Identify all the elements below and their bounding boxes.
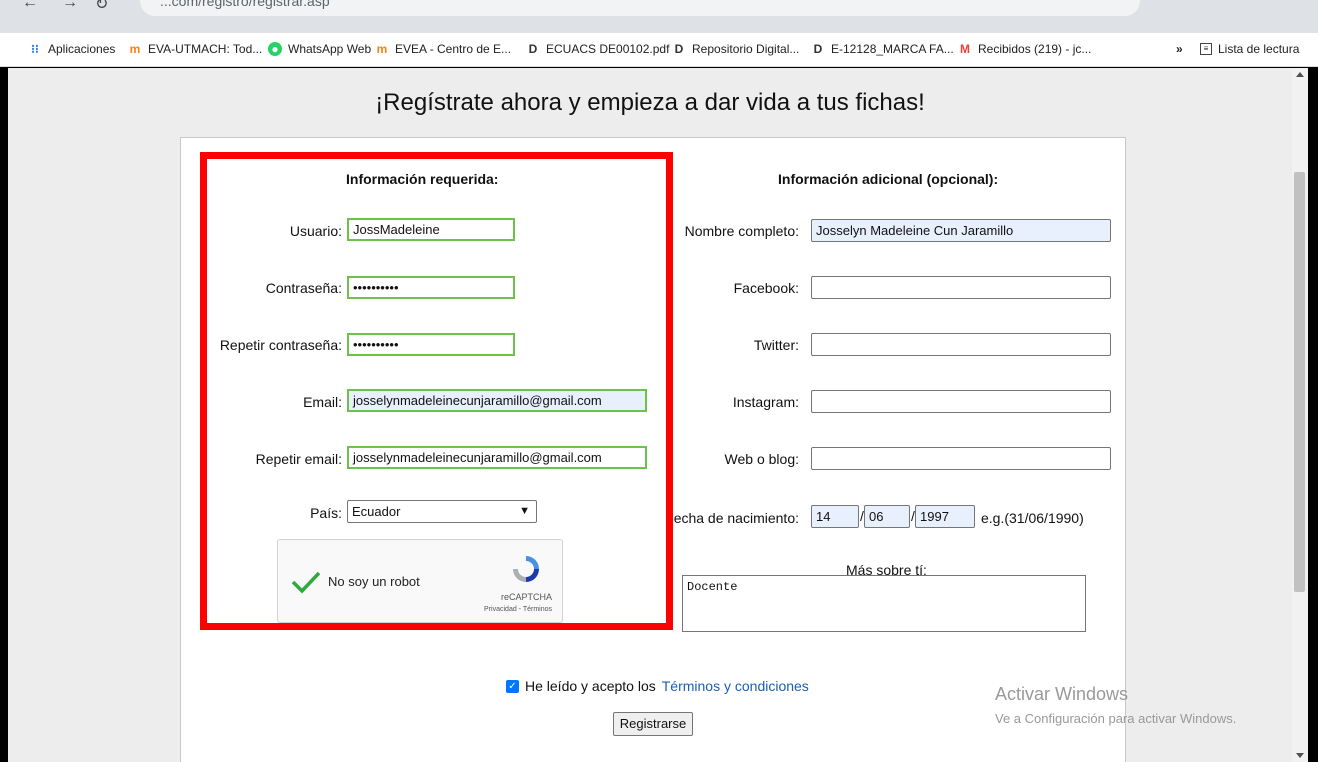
birth-month-input[interactable]: 06 — [864, 505, 910, 528]
address-bar[interactable]: ...com/registro/registrar.asp — [140, 0, 1140, 16]
document-icon: D — [528, 42, 538, 56]
terms-row: ✓ He leído y acepto los Términos y condi… — [506, 678, 809, 694]
bookmark-apps[interactable]: ⁝⁝ Aplicaciones — [28, 42, 115, 56]
reading-list-icon: ≡ — [1200, 43, 1212, 55]
facebook-input[interactable] — [811, 276, 1111, 299]
bookmark-label: E-12128_MARCA FA... — [831, 42, 954, 56]
document-icon: D — [813, 42, 823, 56]
windows-activation-title: Activar Windows — [995, 684, 1129, 704]
reload-icon[interactable]: ↻ — [95, 0, 108, 14]
bookmark-ecuacs[interactable]: D ECUACS DE00102.pdf — [526, 42, 670, 56]
twitter-input[interactable] — [811, 333, 1111, 356]
bookmark-gmail[interactable]: M Recibidos (219) - jc... — [958, 42, 1091, 56]
instagram-label: Instagram: — [732, 394, 799, 410]
birth-day-input[interactable]: 14 — [811, 505, 859, 528]
scroll-down-icon[interactable] — [1296, 753, 1304, 758]
bookmark-eva-utmach[interactable]: m EVA-UTMACH: Tod... — [128, 42, 263, 56]
page-viewport: ¡Regístrate ahora y empieza a dar vida a… — [8, 68, 1292, 762]
birthdate-hint: e.g.(31/06/1990) — [981, 510, 1084, 526]
bookmark-label: EVA-UTMACH: Tod... — [148, 42, 263, 56]
whatsapp-icon: ● — [268, 42, 282, 56]
bookmark-label: ECUACS DE00102.pdf — [546, 42, 670, 56]
bookmark-whatsapp[interactable]: ● WhatsApp Web — [268, 42, 371, 56]
browser-toolbar: ← → ↻ ...com/registro/registrar.asp — [0, 0, 1318, 33]
page-title: ¡Regístrate ahora y empieza a dar vida a… — [375, 89, 925, 116]
register-button[interactable]: Registrarse — [613, 712, 693, 736]
terms-link[interactable]: Términos y condiciones — [662, 678, 809, 694]
page-scrollbar[interactable] — [1292, 68, 1308, 762]
bookmarks-bar: ⁝⁝ Aplicaciones m EVA-UTMACH: Tod... ● W… — [0, 33, 1318, 67]
bookmark-evea[interactable]: m EVEA - Centro de E... — [375, 42, 511, 56]
fullname-input[interactable]: Josselyn Madeleine Cun Jaramillo — [811, 219, 1111, 242]
facebook-label: Facebook: — [733, 280, 799, 296]
instagram-input[interactable] — [811, 390, 1111, 413]
document-icon: D — [674, 42, 684, 56]
apps-grid-icon: ⁝⁝ — [31, 42, 39, 56]
highlight-box — [200, 152, 673, 630]
bookmark-label: Aplicaciones — [48, 42, 116, 56]
optional-section-title: Información adicional (opcional): — [778, 171, 999, 187]
fullname-label: Nombre completo: — [684, 223, 799, 239]
forward-icon[interactable]: → — [62, 0, 78, 12]
bookmark-repositorio[interactable]: D Repositorio Digital... — [672, 42, 800, 56]
moodle-icon: m — [376, 42, 388, 56]
twitter-label: Twitter: — [753, 337, 799, 353]
bookmark-label: Repositorio Digital... — [692, 42, 800, 56]
moodle-icon: m — [129, 42, 141, 56]
reading-list-button[interactable]: ≡ Lista de lectura — [1200, 42, 1299, 56]
web-label: Web o blog: — [724, 451, 799, 467]
terms-checkbox[interactable]: ✓ — [506, 679, 519, 693]
bookmark-label: WhatsApp Web — [288, 42, 372, 56]
scroll-up-icon[interactable] — [1296, 72, 1304, 77]
bookmark-label: EVEA - Centro de E... — [395, 42, 512, 56]
gmail-icon: M — [960, 42, 970, 56]
bookmark-marca[interactable]: D E-12128_MARCA FA... — [811, 42, 954, 56]
more-label: » — [1176, 42, 1183, 56]
more-bookmarks-button[interactable]: » — [1176, 42, 1183, 56]
web-input[interactable] — [811, 447, 1111, 470]
terms-text: He leído y acepto los — [525, 678, 656, 694]
reading-list-label: Lista de lectura — [1218, 42, 1300, 56]
birthdate-label: echa de nacimiento: — [673, 510, 799, 526]
bookmark-label: Recibidos (219) - jc... — [978, 42, 1092, 56]
birth-year-input[interactable]: 1997 — [915, 505, 975, 528]
back-icon[interactable]: ← — [22, 0, 38, 12]
scroll-thumb[interactable] — [1294, 172, 1305, 592]
windows-activation-text: Ve a Configuración para activar Windows. — [995, 711, 1237, 726]
about-textarea[interactable]: Docente — [682, 575, 1086, 632]
